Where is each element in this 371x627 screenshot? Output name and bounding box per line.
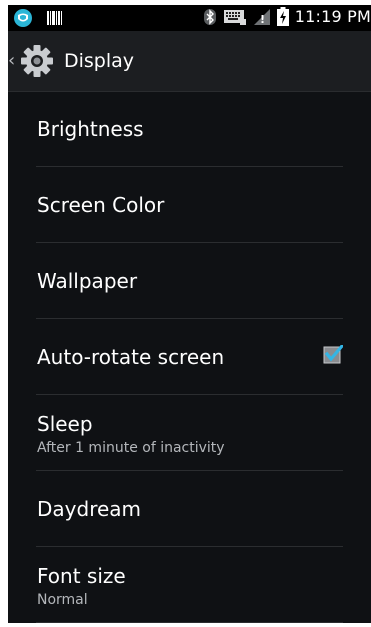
setting-daydream[interactable]: Daydream bbox=[36, 471, 343, 547]
setting-label: Font size bbox=[37, 564, 126, 588]
setting-label: Brightness bbox=[37, 117, 144, 141]
settings-list: Brightness Screen Color Wallpaper Auto-r… bbox=[8, 91, 371, 623]
setting-summary: After 1 minute of inactivity bbox=[37, 440, 225, 456]
setting-label: Screen Color bbox=[37, 193, 165, 217]
barcode-icon bbox=[47, 11, 62, 25]
up-navigation-icon[interactable]: ‹ bbox=[8, 51, 15, 71]
setting-screen-color[interactable]: Screen Color bbox=[36, 167, 343, 243]
status-time: 11:19 PM bbox=[294, 7, 371, 26]
setting-sleep[interactable]: Sleep After 1 minute of inactivity bbox=[36, 395, 343, 471]
setting-auto-rotate[interactable]: Auto-rotate screen bbox=[36, 319, 343, 395]
no-signal-icon: ! bbox=[253, 8, 270, 26]
auto-rotate-checkbox[interactable] bbox=[323, 345, 343, 365]
svg-text:!: ! bbox=[260, 13, 265, 26]
battery-charging-icon bbox=[276, 7, 289, 26]
setting-font-size[interactable]: Font size Normal bbox=[36, 547, 343, 623]
phone-screen: ! 11:19 PM ‹ Display Brightness Screen C… bbox=[8, 5, 371, 623]
setting-label: Daydream bbox=[37, 497, 142, 521]
app-shield-icon bbox=[14, 9, 32, 27]
action-bar: ‹ Display bbox=[8, 31, 371, 92]
status-left-icons bbox=[12, 8, 64, 28]
setting-label: Sleep bbox=[37, 412, 93, 436]
page-title: Display bbox=[64, 50, 135, 72]
setting-wallpaper[interactable]: Wallpaper bbox=[36, 243, 343, 319]
status-right-icons: ! 11:19 PM bbox=[203, 7, 371, 26]
keyboard-icon bbox=[223, 9, 246, 25]
setting-label: Auto-rotate screen bbox=[37, 345, 225, 369]
setting-brightness[interactable]: Brightness bbox=[36, 91, 343, 167]
setting-label: Wallpaper bbox=[37, 269, 138, 293]
status-bar: ! 11:19 PM bbox=[8, 5, 371, 31]
bluetooth-icon bbox=[203, 8, 216, 25]
settings-gear-icon[interactable] bbox=[20, 44, 54, 78]
setting-summary: Normal bbox=[37, 592, 88, 608]
